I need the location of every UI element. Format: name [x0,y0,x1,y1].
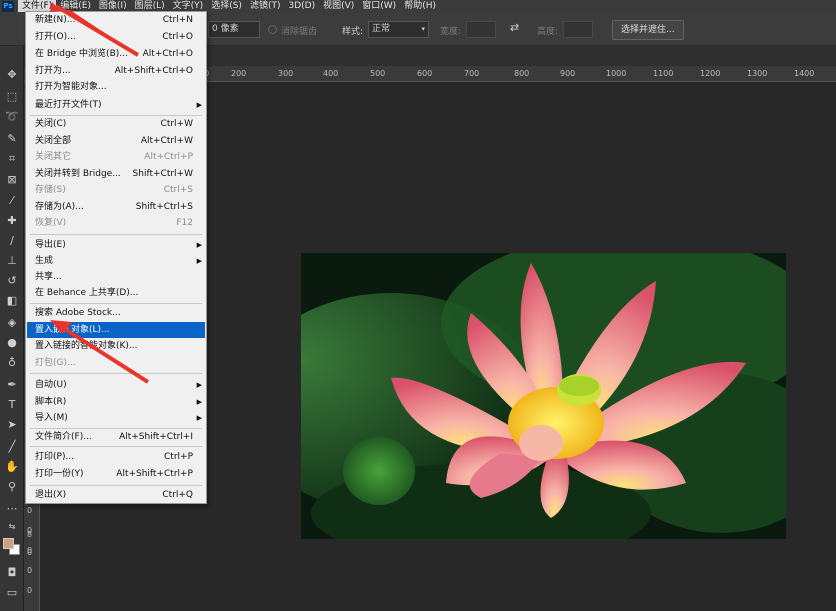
red-arrow-shaft [54,4,140,57]
photoshop-window: Ps 文件(F) 编辑(E) 图像(I) 图层(L) 文字(Y) 选择(S) 滤… [0,0,836,611]
annotation-arrows [50,2,150,384]
red-arrow-shaft [58,324,150,384]
